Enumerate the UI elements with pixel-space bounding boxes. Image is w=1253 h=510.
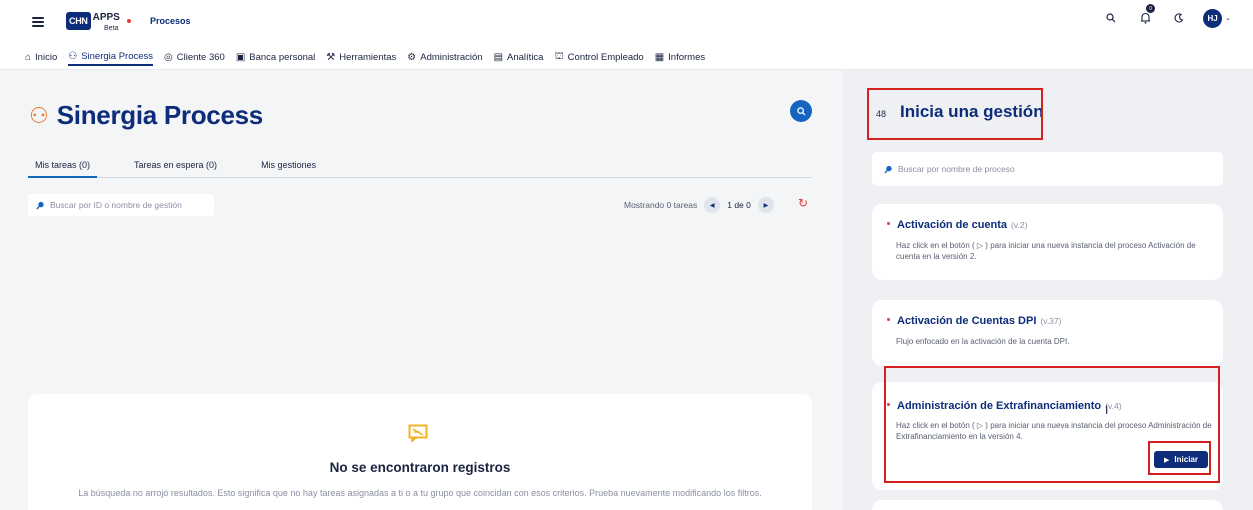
process-icon: ⚇ xyxy=(68,51,78,62)
nav-label: Cliente 360 xyxy=(176,52,225,63)
nav-label: Control Empleado xyxy=(567,52,644,63)
search-input[interactable]: Buscar por ID o nombre de gestión xyxy=(28,194,214,216)
nav-label: Inicio xyxy=(35,52,58,63)
refresh-icon[interactable]: ↻ xyxy=(798,196,808,210)
bullet-dot xyxy=(887,222,890,225)
next-page-button[interactable]: ▶ xyxy=(757,197,774,213)
nav-label: Analítica xyxy=(507,52,544,63)
main-nav: ⌂ Inicio ⚇ Sinergia Process ◎ Cliente 360 ▣… xyxy=(0,46,1253,70)
bullet-dot xyxy=(887,318,890,321)
home-icon: ⌂ xyxy=(25,52,32,63)
nav-item-administracion[interactable]: ⚙ Administración xyxy=(407,49,482,66)
empty-title: No se encontraron registros xyxy=(329,460,511,475)
employee-icon: ⛫ xyxy=(554,51,564,62)
tab-mis-gestiones[interactable]: Mis gestiones xyxy=(254,156,323,178)
start-button[interactable]: ▶ Iniciar xyxy=(1154,451,1208,468)
nav-label: Herramientas xyxy=(339,52,397,63)
empty-description: La búsqueda no arrojó resultados. Esto s… xyxy=(78,488,762,498)
nav-item-banca-personal[interactable]: ▣ Banca personal xyxy=(236,49,315,66)
text-cursor-icon: I xyxy=(1105,403,1109,417)
tab-mis-tareas[interactable]: Mis tareas (0) xyxy=(28,156,98,178)
search-placeholder: Buscar por ID o nombre de gestión xyxy=(50,200,182,210)
main-content: ⚇ Sinergia Process Mis tareas (0) Tareas… xyxy=(0,70,843,510)
menu-icon[interactable] xyxy=(32,17,44,27)
page-title-text: Sinergia Process xyxy=(56,100,264,130)
notification-badge: 0 xyxy=(1146,4,1156,13)
pager-page: 1 de 0 xyxy=(727,200,751,210)
process-name: Activación de Cuentas DPI xyxy=(897,315,1037,327)
process-card-partial[interactable] xyxy=(872,500,1223,510)
nav-item-control-empleado[interactable]: ⛫ Control Empleado xyxy=(554,49,643,66)
play-icon: ▶ xyxy=(1164,456,1170,464)
nav-item-inicio[interactable]: ⌂ Inicio xyxy=(25,49,57,66)
nav-label: Sinergia Process xyxy=(81,51,154,62)
process-card[interactable]: Activación de Cuentas DPI (v.37) Flujo e… xyxy=(872,300,1223,366)
process-version: (v.2) xyxy=(1011,220,1028,230)
process-description: Flujo enfocado en la activación de la cu… xyxy=(896,337,1070,346)
tools-icon: ⚒ xyxy=(326,52,336,63)
page-title: ⚇ Sinergia Process xyxy=(29,100,263,131)
search-icon[interactable] xyxy=(1101,8,1121,28)
pager-label: Mostrando 0 tareas xyxy=(624,200,698,210)
nav-item-cliente-360[interactable]: ◎ Cliente 360 xyxy=(164,49,225,66)
pager: Mostrando 0 tareas ◀ 1 de 0 ▶ xyxy=(624,197,774,213)
nav-label: Banca personal xyxy=(249,52,316,63)
logo-beta: Beta xyxy=(104,25,119,32)
nav-item-herramientas[interactable]: ⚒ Herramientas xyxy=(326,49,396,66)
process-search-placeholder: Buscar por nombre de proceso xyxy=(898,164,1015,174)
search-button[interactable] xyxy=(790,100,812,122)
moon-icon[interactable] xyxy=(1169,8,1189,28)
task-tabs: Mis tareas (0) Tareas en espera (0) Mis … xyxy=(28,156,812,178)
logo-apps: APPS xyxy=(92,12,120,23)
nav-item-analitica[interactable]: ▤ Analítica xyxy=(494,49,544,66)
chevron-down-icon[interactable]: ⌄ xyxy=(1225,14,1231,22)
process-card[interactable]: Activación de cuenta (v.2) Haz click en … xyxy=(872,204,1223,280)
process-search-input[interactable]: Buscar por nombre de proceso xyxy=(872,152,1223,186)
top-actions: 0 HJ ⌄ xyxy=(1101,4,1231,28)
search-icon xyxy=(36,201,44,210)
report-icon: ▦ xyxy=(654,52,665,63)
nav-item-sinergia-process[interactable]: ⚇ Sinergia Process xyxy=(68,49,154,66)
start-button-label: Iniciar xyxy=(1174,455,1198,464)
avatar[interactable]: HJ xyxy=(1203,8,1223,28)
tab-tareas-en-espera[interactable]: Tareas en espera (0) xyxy=(127,156,224,178)
breadcrumb[interactable]: Procesos xyxy=(150,16,191,26)
process-description: Haz click en el botón ( ▷ ) para iniciar… xyxy=(896,241,1196,261)
app-logo[interactable]: CHN APPS Beta xyxy=(66,12,120,32)
empty-message-icon xyxy=(408,424,428,442)
process-version: (v.37) xyxy=(1040,316,1062,326)
process-icon: ⚇ xyxy=(29,102,49,128)
target-icon: ◎ xyxy=(164,52,173,63)
nav-item-informes[interactable]: ▦ Informes xyxy=(655,49,705,66)
top-bar: CHN APPS Beta Procesos 0 HJ ⌄ xyxy=(0,0,1253,46)
card-icon: ▣ xyxy=(235,52,246,63)
nav-label: Informes xyxy=(668,52,706,63)
highlight-box-title xyxy=(867,88,1043,140)
chart-icon: ▤ xyxy=(493,52,504,63)
breadcrumb-dot xyxy=(127,19,131,23)
gear-icon: ⚙ xyxy=(407,52,417,63)
empty-state-card: No se encontraron registros La búsqueda … xyxy=(28,394,812,510)
bell-icon[interactable]: 0 xyxy=(1135,4,1156,28)
prev-page-button[interactable]: ◀ xyxy=(704,197,721,213)
search-icon xyxy=(884,165,892,174)
nav-label: Administración xyxy=(420,52,483,63)
process-name: Activación de cuenta xyxy=(897,219,1008,231)
logo-mark: CHN xyxy=(66,12,91,30)
